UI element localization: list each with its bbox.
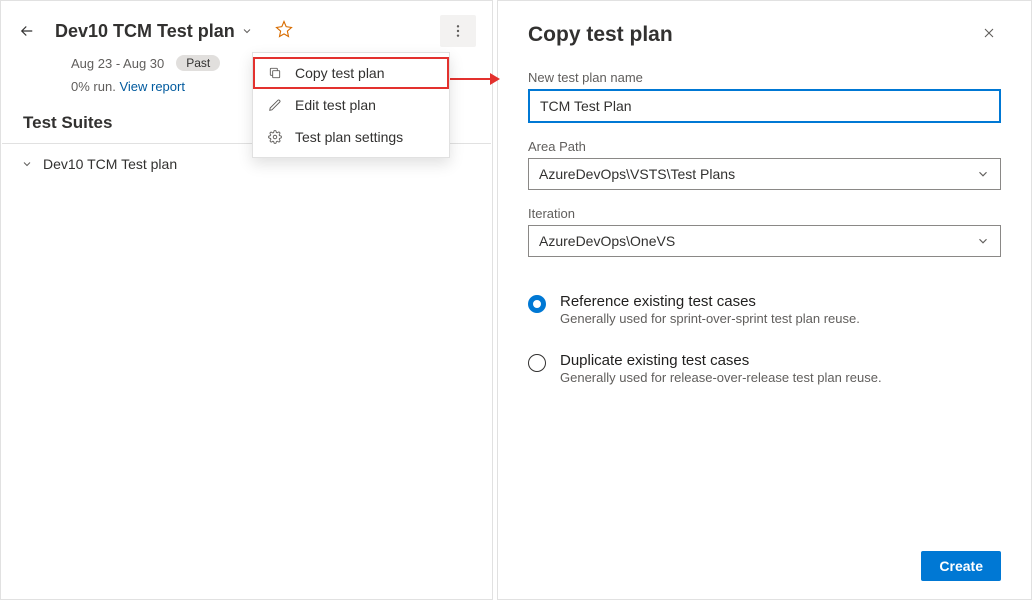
- suite-name-text: Dev10 TCM Test plan: [43, 156, 177, 172]
- plan-header: Dev10 TCM Test plan: [1, 1, 492, 51]
- run-status-text: 0% run.: [71, 79, 116, 94]
- radio-subtitle: Generally used for release-over-release …: [560, 370, 882, 385]
- radio-reference-existing[interactable]: Reference existing test cases Generally …: [528, 293, 1001, 326]
- copy-icon: [267, 65, 283, 81]
- favorite-star-icon[interactable]: [275, 20, 293, 43]
- past-badge: Past: [176, 55, 220, 71]
- menu-item-label: Test plan settings: [295, 129, 403, 145]
- more-actions-button[interactable]: [440, 15, 476, 47]
- date-range-text: Aug 23 - Aug 30: [71, 56, 164, 71]
- arrow-left-icon: [18, 22, 36, 40]
- create-button[interactable]: Create: [921, 551, 1001, 581]
- radio-selected-icon: [528, 295, 546, 313]
- dialog-header: Copy test plan: [528, 23, 1001, 48]
- chevron-down-icon: [21, 158, 33, 170]
- gear-icon: [267, 129, 283, 145]
- chevron-down-icon: [241, 25, 253, 37]
- copy-mode-radio-group: Reference existing test cases Generally …: [528, 293, 1001, 385]
- area-path-value: AzureDevOps\VSTS\Test Plans: [539, 166, 735, 182]
- back-arrow-button[interactable]: [17, 21, 37, 41]
- menu-item-test-plan-settings[interactable]: Test plan settings: [253, 121, 449, 153]
- copy-test-plan-dialog: Copy test plan New test plan name Area P…: [497, 0, 1032, 600]
- menu-item-edit-test-plan[interactable]: Edit test plan: [253, 89, 449, 121]
- area-path-dropdown[interactable]: AzureDevOps\VSTS\Test Plans: [528, 158, 1001, 190]
- area-path-label: Area Path: [528, 139, 1001, 154]
- chevron-down-icon: [976, 167, 990, 181]
- iteration-label: Iteration: [528, 206, 1001, 221]
- dialog-title: Copy test plan: [528, 23, 673, 47]
- radio-duplicate-existing[interactable]: Duplicate existing test cases Generally …: [528, 352, 1001, 385]
- radio-title: Duplicate existing test cases: [560, 352, 882, 369]
- menu-item-label: Edit test plan: [295, 97, 376, 113]
- radio-unselected-icon: [528, 354, 546, 372]
- menu-item-label: Copy test plan: [295, 65, 385, 81]
- radio-title: Reference existing test cases: [560, 293, 860, 310]
- menu-item-copy-test-plan[interactable]: Copy test plan: [253, 57, 449, 89]
- chevron-down-icon: [976, 234, 990, 248]
- iteration-dropdown[interactable]: AzureDevOps\OneVS: [528, 225, 1001, 257]
- plan-title-text: Dev10 TCM Test plan: [55, 21, 235, 42]
- view-report-link[interactable]: View report: [119, 79, 185, 94]
- dialog-footer: Create: [528, 539, 1001, 581]
- close-button[interactable]: [977, 23, 1001, 48]
- radio-subtitle: Generally used for sprint-over-sprint te…: [560, 311, 860, 326]
- kebab-menu-icon: [450, 23, 466, 39]
- plan-context-menu: Copy test plan Edit test plan Test plan …: [252, 52, 450, 158]
- pencil-icon: [267, 97, 283, 113]
- close-icon: [981, 25, 997, 41]
- iteration-value: AzureDevOps\OneVS: [539, 233, 675, 249]
- test-plan-name-input[interactable]: [528, 89, 1001, 123]
- name-field-label: New test plan name: [528, 70, 1001, 85]
- plan-title-dropdown[interactable]: Dev10 TCM Test plan: [47, 17, 261, 46]
